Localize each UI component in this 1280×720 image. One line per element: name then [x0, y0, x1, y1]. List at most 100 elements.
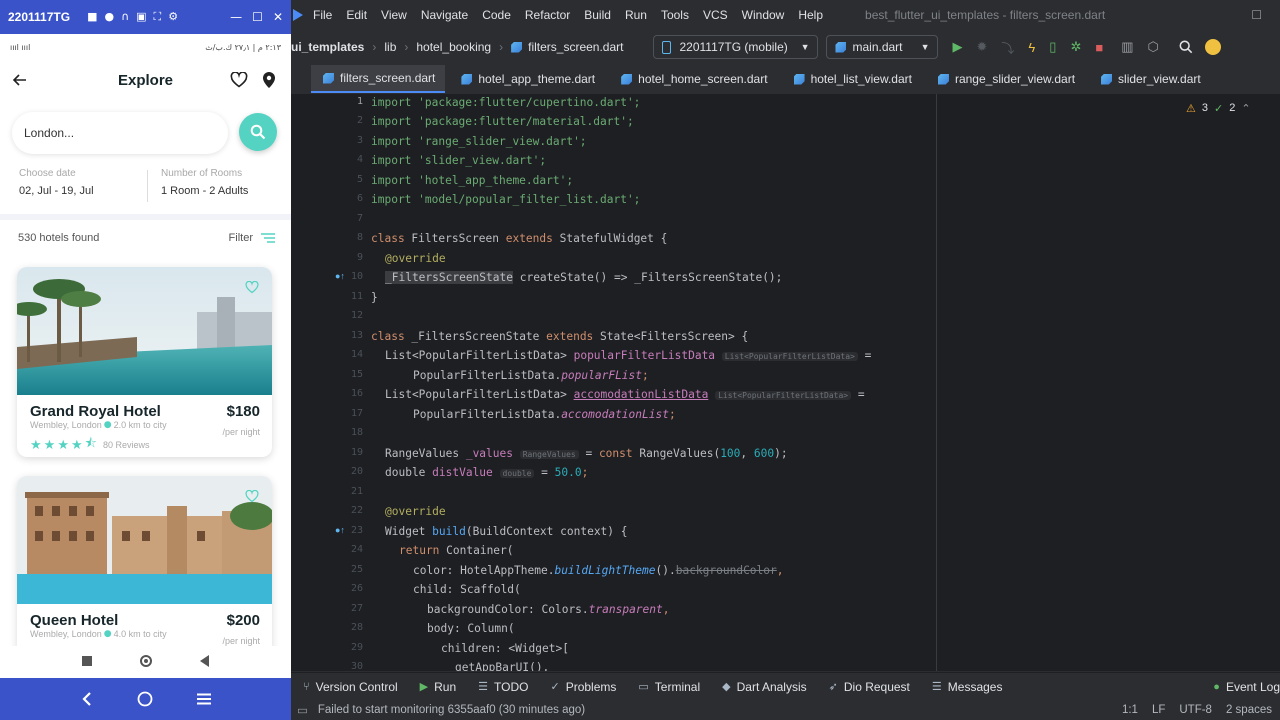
- minimize-icon[interactable]: —: [230, 10, 242, 24]
- menu-navigate[interactable]: Navigate: [421, 8, 468, 22]
- line-number-gutter: 1 2 3 4 5 6 7 8 9 10 11 12 13 14 15 16 1…: [335, 96, 363, 671]
- breadcrumb-project[interactable]: ui_templates: [291, 40, 364, 54]
- toolwindow-event-log[interactable]: ● Event Log: [1213, 680, 1280, 694]
- menu-vcs[interactable]: VCS: [703, 8, 728, 22]
- breadcrumb-file[interactable]: filters_screen.dart: [511, 40, 623, 54]
- toolwindow-run[interactable]: ▶ Run: [420, 680, 456, 694]
- code-line: children: <Widget>[: [441, 642, 569, 655]
- override-gutter-icon[interactable]: ●↑: [335, 271, 345, 281]
- search-input[interactable]: [12, 112, 228, 154]
- file-encoding[interactable]: UTF-8: [1179, 704, 1212, 716]
- tab-hotel-app-theme[interactable]: hotel_app_theme.dart: [449, 65, 605, 93]
- screenshot-icon[interactable]: ▣: [136, 10, 146, 24]
- back-arrow-icon[interactable]: [12, 72, 28, 88]
- hotel-card[interactable]: Queen Hotel $200 Wembley, London ● 4.0 k…: [17, 476, 272, 656]
- indent-setting[interactable]: 2 spaces: [1226, 704, 1272, 716]
- caret-position[interactable]: 1:1: [1122, 704, 1138, 716]
- close-icon[interactable]: ✕: [273, 10, 283, 24]
- filter-button[interactable]: Filter: [229, 232, 275, 244]
- code-editor[interactable]: 1 2 3 4 5 6 7 8 9 10 11 12 13 14 15 16 1…: [291, 94, 1280, 671]
- menu-window[interactable]: Window: [742, 8, 785, 22]
- sdk-manager-icon[interactable]: ⬡: [1148, 39, 1159, 55]
- toolwindow-messages[interactable]: ☰ Messages: [932, 680, 1003, 694]
- tab-filters-screen[interactable]: filters_screen.dart: [311, 65, 446, 93]
- record-icon[interactable]: ●: [104, 10, 114, 24]
- favorite-outline-icon[interactable]: [245, 490, 259, 503]
- toolwindow-problems[interactable]: ✓ Problems: [550, 680, 616, 694]
- camera-icon[interactable]: ■: [87, 10, 97, 24]
- tab-hotel-home-screen[interactable]: hotel_home_screen.dart: [609, 65, 777, 93]
- pin-icon: ●: [103, 629, 112, 639]
- menu-lines-icon[interactable]: [196, 693, 211, 705]
- choose-date[interactable]: Choose date 02, Jul - 19, Jul: [19, 168, 94, 197]
- home-icon[interactable]: [140, 655, 152, 667]
- menu-refactor[interactable]: Refactor: [525, 8, 570, 22]
- menu-code[interactable]: Code: [482, 8, 511, 22]
- menu-run[interactable]: Run: [625, 8, 647, 22]
- vcs-icon: ⑂: [303, 680, 310, 693]
- rooms-label: Number of Rooms: [161, 168, 243, 179]
- stop-icon[interactable]: ■: [1095, 40, 1103, 55]
- bug-icon[interactable]: ✲: [1070, 39, 1081, 55]
- run-play-icon[interactable]: ▶: [952, 39, 962, 55]
- code-line: class _FiltersScreenState extends State<…: [371, 330, 749, 343]
- app-bar: Explore: [0, 58, 291, 102]
- home-circle-icon[interactable]: [137, 691, 153, 707]
- panel-toggle-icon[interactable]: ▭: [297, 703, 308, 717]
- menu-build[interactable]: Build: [584, 8, 611, 22]
- location-pin-icon[interactable]: [262, 71, 276, 89]
- code-content: import 'package:flutter/cupertino.dart';…: [371, 94, 931, 671]
- maximize-icon[interactable]: ☐: [252, 10, 263, 24]
- chevron-down-icon: ▼: [920, 42, 930, 52]
- results-header: 530 hotels found Filter: [0, 224, 291, 252]
- toolwindow-version-control[interactable]: ⑂ Version Control: [303, 680, 398, 694]
- hot-restart-icon[interactable]: ▯: [1049, 39, 1056, 55]
- toolwindow-terminal[interactable]: ▭ Terminal: [638, 680, 700, 694]
- inspection-widget[interactable]: ⚠ 3 ✓ 2 ⌃: [1186, 102, 1251, 115]
- device-selector[interactable]: 2201117TG (mobile) ▼: [653, 35, 819, 59]
- breadcrumb-separator: ›: [404, 40, 409, 54]
- override-gutter-icon[interactable]: ●↑: [335, 525, 345, 535]
- user-avatar-icon[interactable]: [1204, 39, 1221, 55]
- attach-icon[interactable]: ⤵: [1001, 38, 1014, 57]
- back-triangle-icon[interactable]: [200, 655, 209, 667]
- search-button[interactable]: [239, 113, 277, 151]
- star-icon: ★: [43, 437, 56, 453]
- recent-apps-icon[interactable]: [82, 656, 92, 666]
- maximize-icon[interactable]: ☐: [1251, 8, 1262, 22]
- fullscreen-icon[interactable]: ⛶: [154, 10, 162, 24]
- tab-range-slider-view[interactable]: range_slider_view.dart: [926, 65, 1085, 93]
- code-line: Widget build(BuildContext context) {: [385, 525, 628, 538]
- code-line: color: HotelAppTheme.buildLightTheme().b…: [413, 564, 784, 577]
- menu-edit[interactable]: Edit: [346, 8, 367, 22]
- pin-icon: ●: [103, 420, 112, 430]
- menu-help[interactable]: Help: [798, 8, 823, 22]
- favorite-outline-icon[interactable]: [245, 281, 259, 294]
- divider: [147, 170, 148, 202]
- breadcrumb-lib[interactable]: lib: [384, 40, 396, 54]
- favorite-heart-icon[interactable]: [230, 72, 248, 88]
- chevron-up-icon: ⌃: [1241, 103, 1251, 115]
- hotel-card[interactable]: Grand Royal Hotel $180 Wembley, London ●…: [17, 267, 272, 457]
- menu-file[interactable]: File: [313, 8, 332, 22]
- line-separator[interactable]: LF: [1152, 704, 1165, 716]
- debug-icon[interactable]: ✹: [976, 39, 987, 55]
- tab-slider-view[interactable]: slider_view.dart: [1089, 65, 1211, 93]
- back-chevron-icon[interactable]: [81, 692, 93, 706]
- menu-tools[interactable]: Tools: [661, 8, 689, 22]
- toolwindow-todo[interactable]: ☰ TODO: [478, 680, 528, 694]
- run-config-selector[interactable]: main.dart ▼: [826, 35, 939, 59]
- number-of-rooms[interactable]: Number of Rooms 1 Room - 2 Adults: [161, 168, 248, 197]
- device-manager-icon[interactable]: ▥: [1121, 39, 1133, 55]
- hot-reload-icon[interactable]: ϟ: [1028, 40, 1035, 55]
- toolwindow-dio-request[interactable]: ➶ Dio Request: [829, 680, 910, 694]
- settings-gear-icon[interactable]: ⚙: [168, 10, 178, 24]
- status-message[interactable]: Failed to start monitoring 6355aaf0 (30 …: [318, 704, 585, 716]
- headphones-icon[interactable]: ∩: [121, 10, 129, 24]
- tab-hotel-list-view[interactable]: hotel_list_view.dart: [782, 65, 922, 93]
- toolwindow-dart-analysis[interactable]: ◆ Dart Analysis: [722, 680, 807, 694]
- search-icon[interactable]: [1179, 40, 1193, 54]
- menu-view[interactable]: View: [381, 8, 407, 22]
- menu-bar: File Edit View Navigate Code Refactor Bu…: [291, 0, 1280, 30]
- breadcrumb-folder[interactable]: hotel_booking: [416, 40, 491, 54]
